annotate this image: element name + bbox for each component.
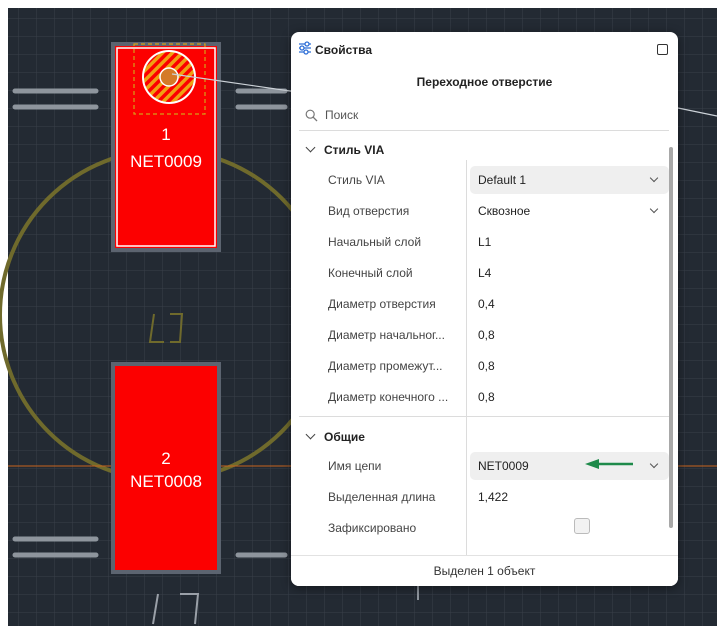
section-header-general[interactable]: Общие [305,429,365,444]
prop-row-start-layer[interactable]: Начальный слой L1 [299,228,669,256]
prop-value: NET0009 [478,459,529,473]
prop-row-end-layer[interactable]: Конечный слой L4 [299,259,669,287]
scrollbar[interactable] [669,147,673,528]
prop-value[interactable]: 0,8 [478,390,495,404]
pad-1-number: 1 [161,125,170,144]
prop-label: Имя цепи [328,459,382,473]
maximize-button[interactable] [657,44,668,55]
arrow-annotation-icon [585,459,633,469]
chevron-down-icon [649,204,659,214]
prop-value: Сквозное [478,204,531,218]
chevron-down-icon [649,173,659,183]
pad-2[interactable]: 2 NET0008 [111,362,221,574]
prop-value[interactable]: 1,422 [478,490,508,504]
prop-value[interactable]: L1 [478,235,491,249]
prop-row-end-diameter[interactable]: Диаметр конечного ... 0,8 [299,383,669,411]
section-header-via-style[interactable]: Стиль VIA [305,142,385,157]
panel-titlebar[interactable]: Свойства [291,32,678,66]
prop-row-via-style[interactable]: Стиль VIA Default 1 [299,166,669,194]
prop-label: Выделенная длина [328,490,436,504]
prop-row-inner-diameter[interactable]: Диаметр промежут... 0,8 [299,352,669,380]
prop-label: Диаметр отверстия [328,297,436,311]
divider [299,130,669,131]
section-title: Стиль VIA [324,143,385,157]
status-footer: Выделен 1 объект [291,555,678,586]
chevron-down-icon [305,429,316,440]
object-title: Переходное отверстие [416,75,553,89]
panel-title: Свойства [315,43,373,57]
chevron-down-icon [649,459,659,469]
prop-label: Начальный слой [328,235,422,249]
search-box[interactable] [299,104,669,128]
prop-row-start-diameter[interactable]: Диаметр начальног... 0,8 [299,321,669,349]
pad-1-net: NET0009 [130,152,202,171]
prop-row-hole-diameter[interactable]: Диаметр отверстия 0,4 [299,290,669,318]
sliders-icon [299,41,311,55]
properties-panel: Свойства Переходное отверстие Стиль VIA … [291,32,678,586]
prop-value[interactable]: 0,4 [478,297,495,311]
prop-label: Диаметр конечного ... [328,390,449,404]
prop-value[interactable]: L4 [478,266,491,280]
pad-2-number: 2 [161,449,170,468]
prop-row-routed-length[interactable]: Выделенная длина 1,422 [299,483,669,511]
search-icon [305,109,318,122]
prop-label: Диаметр начальног... [328,328,445,342]
prop-value[interactable]: 0,8 [478,328,495,342]
prop-label: Вид отверстия [328,204,410,218]
divider [299,416,669,417]
prop-row-hole-type[interactable]: Вид отверстия Сквозное [299,197,669,225]
prop-label: Диаметр промежут... [328,359,443,373]
pad-2-net: NET0008 [130,472,202,491]
prop-value[interactable]: 0,8 [478,359,495,373]
prop-label: Стиль VIA [328,173,385,187]
selection-status: Выделен 1 объект [433,564,536,578]
locked-checkbox[interactable] [574,518,590,534]
chevron-down-icon [305,142,316,153]
prop-value: Default 1 [478,173,527,187]
prop-row-locked[interactable]: Зафиксировано [299,514,669,542]
search-input[interactable] [325,106,645,124]
prop-label: Конечный слой [328,266,413,280]
section-title: Общие [324,430,365,444]
prop-label: Зафиксировано [328,521,417,535]
